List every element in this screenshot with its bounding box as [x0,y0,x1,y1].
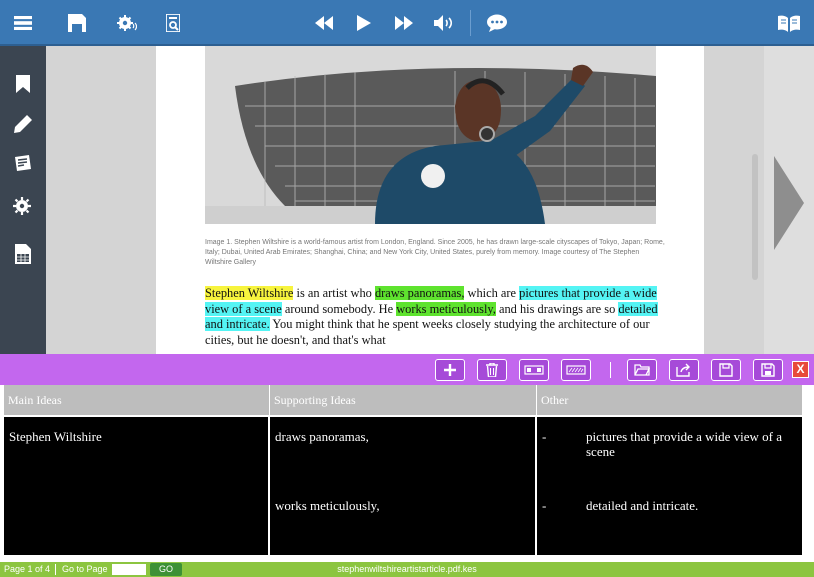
go-to-page-label: Go to Page [62,564,108,574]
top-toolbar [0,0,814,46]
remove-column-icon[interactable] [561,359,591,381]
close-organizer-button[interactable]: X [792,361,809,378]
status-divider [55,564,56,575]
notes-icon[interactable] [0,144,46,184]
page-indicator: Page 1 of 4 [4,564,51,574]
highlight-green[interactable]: draws panoramas, [374,286,465,300]
chat-icon[interactable] [482,0,512,46]
save-as-icon[interactable] [753,359,783,381]
table-cell[interactable] [4,486,268,555]
highlight-green[interactable]: works meticulously, [396,301,496,316]
right-panel [764,46,814,354]
artist-photo [205,46,656,224]
text-span: around somebody. He [281,301,397,316]
toolbar-divider [470,10,471,36]
organizer-toolbar: X [0,354,814,385]
trash-icon[interactable] [477,359,507,381]
cell-text: pictures that provide a wide view of a s… [586,429,783,459]
open-folder-icon[interactable] [627,359,657,381]
text-span: You might think that he spent weeks clos… [205,317,650,347]
save-organizer-icon[interactable] [711,359,741,381]
table-cell[interactable]: draws panoramas, [270,417,535,486]
table-cell[interactable]: - pictures that provide a wide view of a… [537,417,802,486]
column-header-main-ideas: Main Ideas [4,385,270,415]
book-icon[interactable] [774,0,804,46]
export-icon[interactable] [669,359,699,381]
page-number-input[interactable] [112,564,146,575]
column-header-supporting-ideas: Supporting Ideas [270,385,537,415]
cell-text: detailed and intricate. [586,498,699,513]
pencil-icon[interactable] [0,104,46,144]
toolbar-divider [610,362,611,378]
document-page: Image 1. Stephen Wiltshire is a world-fa… [156,46,704,354]
table-cell[interactable]: works meticulously, [270,486,535,555]
image-caption: Image 1. Stephen Wiltshire is a world-fa… [205,239,665,266]
text-span: which are [464,286,520,300]
column-header-other: Other [541,393,569,407]
settings-icon[interactable] [0,186,46,226]
volume-icon[interactable] [432,0,458,46]
bullet-dash: - [542,429,547,444]
table-header: Main Ideas Supporting Ideas Other [4,385,802,415]
bookmark-icon[interactable] [0,64,46,104]
article-text: Stephen Wiltshire is an artist who draws… [205,286,675,348]
rewind-icon[interactable] [312,0,336,46]
document-scan-icon[interactable] [158,0,188,46]
left-sidebar [0,46,46,354]
document-viewer[interactable]: Image 1. Stephen Wiltshire is a world-fa… [46,46,764,354]
next-page-arrow-icon[interactable] [774,156,804,255]
fast-forward-icon[interactable] [392,0,416,46]
play-icon[interactable] [352,0,376,46]
save-icon[interactable] [62,0,92,46]
add-icon[interactable] [435,359,465,381]
go-button[interactable]: GO [150,563,182,576]
worksheet-icon[interactable] [0,234,46,274]
status-bar: Page 1 of 4 Go to Page GO stephenwiltshi… [0,562,814,577]
bullet-dash: - [542,498,547,513]
add-column-icon[interactable] [519,359,549,381]
menu-icon[interactable] [8,0,38,46]
text-span: is an artist who [293,286,375,300]
table-cell[interactable]: Stephen Wiltshire [4,417,268,486]
highlight-yellow[interactable]: Stephen Wiltshire [205,286,294,300]
vertical-scrollbar[interactable] [752,154,758,280]
settings-speech-icon[interactable] [112,0,142,46]
text-span: and his drawings are so [495,301,619,316]
table-cell[interactable]: - detailed and intricate. [537,486,802,555]
organizer-table: Main Ideas Supporting Ideas Other Stephe… [4,385,802,555]
